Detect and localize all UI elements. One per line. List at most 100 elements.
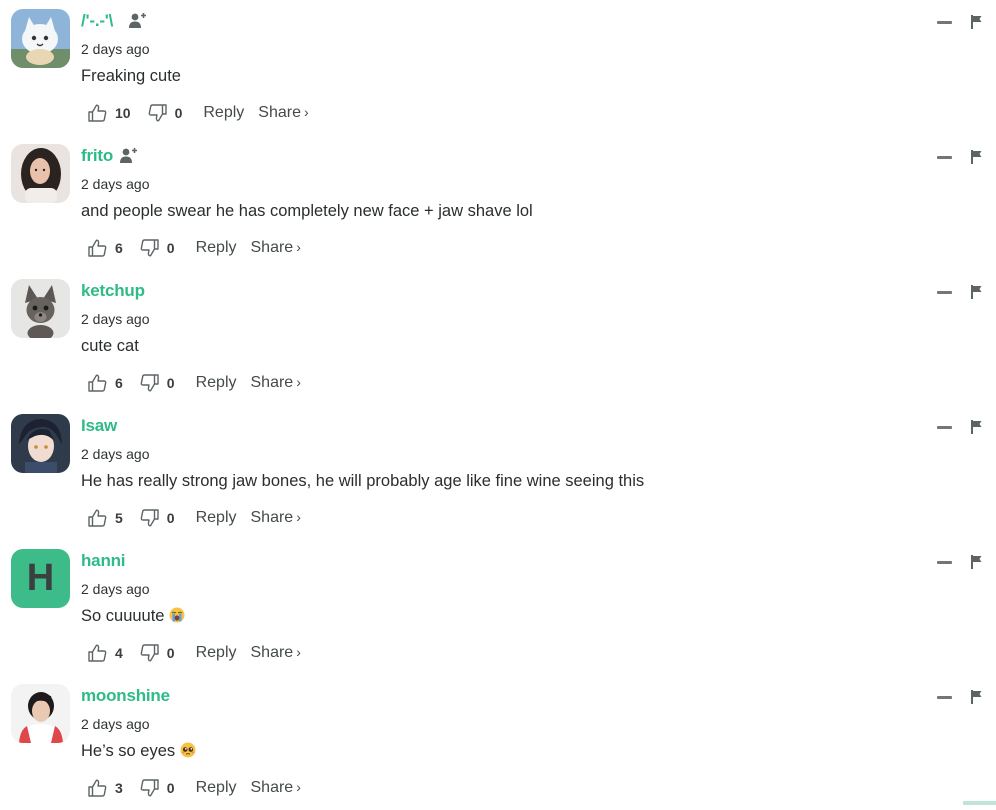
flag-icon[interactable] (971, 420, 983, 439)
dislike-button[interactable]: 0 (140, 239, 175, 257)
comment-text: Freaking cute (81, 67, 181, 86)
follow-user-icon[interactable] (120, 147, 138, 168)
comment-text: and people swear he has completely new f… (81, 202, 533, 221)
avatar[interactable] (11, 414, 70, 473)
comment-author[interactable]: /'-.-'\ (81, 11, 113, 31)
comment-timestamp[interactable]: 2 days ago (81, 716, 150, 732)
comment-timestamp[interactable]: 2 days ago (81, 176, 150, 192)
thumbs-down-icon (140, 239, 159, 257)
collapse-icon[interactable] (937, 426, 952, 429)
like-count: 5 (115, 510, 123, 526)
share-chevron-icon: › (303, 104, 309, 120)
comment-author[interactable]: frito (81, 146, 113, 166)
share-label: Share (250, 644, 294, 661)
share-button[interactable]: Share › (251, 779, 301, 797)
share-label: Share (250, 239, 294, 256)
collapse-icon[interactable] (937, 696, 952, 699)
like-button[interactable]: 10 (88, 104, 131, 122)
comment-actions: 5 0 Reply Share › (88, 506, 301, 530)
thumbs-up-icon (88, 779, 107, 797)
avatar[interactable]: H (11, 549, 70, 608)
collapse-icon[interactable] (937, 21, 952, 24)
reply-button[interactable]: Reply (196, 644, 237, 662)
avatar[interactable] (11, 684, 70, 743)
thumbs-down-icon (140, 644, 159, 662)
share-label: Share (250, 779, 294, 796)
dislike-button[interactable]: 0 (140, 779, 175, 797)
like-count: 3 (115, 780, 123, 796)
avatar[interactable] (11, 144, 70, 203)
reply-button[interactable]: Reply (196, 779, 237, 797)
share-label: Share (250, 374, 294, 391)
like-count: 4 (115, 645, 123, 661)
comment-text-content: and people swear he has completely new f… (81, 202, 533, 220)
dislike-count: 0 (166, 240, 175, 256)
like-button[interactable]: 5 (88, 509, 123, 527)
comment-timestamp[interactable]: 2 days ago (81, 581, 150, 597)
pleading-face-emoji-icon (180, 742, 196, 758)
comment-item: Isaw 2 days ago He has really strong jaw… (0, 405, 996, 540)
reply-button[interactable]: Reply (196, 239, 237, 257)
comment-timestamp[interactable]: 2 days ago (81, 446, 150, 462)
comment-author[interactable]: Isaw (81, 416, 117, 436)
comment-text-content: Freaking cute (81, 67, 181, 85)
share-chevron-icon: › (296, 644, 301, 660)
thumbs-up-icon (88, 239, 107, 257)
follow-user-icon[interactable] (129, 12, 147, 33)
flag-icon[interactable] (971, 690, 983, 709)
collapse-icon[interactable] (937, 561, 952, 564)
comment-item: frito 2 days ago and people swear he has… (0, 135, 996, 270)
comment-text-content: He’s so eyes (81, 742, 176, 760)
share-chevron-icon: › (296, 509, 301, 525)
comment-actions: 6 0 Reply Share › (88, 371, 301, 395)
thumbs-up-icon (88, 509, 107, 527)
comment-author[interactable]: ketchup (81, 281, 145, 301)
share-chevron-icon: › (296, 239, 301, 255)
flag-icon[interactable] (971, 150, 983, 169)
comment-timestamp[interactable]: 2 days ago (81, 311, 150, 327)
collapse-icon[interactable] (937, 291, 952, 294)
comment-item: moonshine 2 days ago He’s so eyes 3 0 Re… (0, 675, 996, 810)
share-button[interactable]: Share › (251, 509, 301, 527)
collapse-icon[interactable] (937, 156, 952, 159)
share-button[interactable]: Share › (251, 644, 301, 662)
reply-button[interactable]: Reply (203, 104, 244, 122)
comment-actions: 4 0 Reply Share › (88, 641, 301, 665)
flag-icon[interactable] (971, 555, 983, 574)
comment-text: He’s so eyes (81, 742, 196, 761)
share-button[interactable]: Share › (251, 374, 301, 392)
dislike-button[interactable]: 0 (148, 104, 182, 122)
comment-text: So cuuuute (81, 607, 185, 626)
thumbs-up-icon (88, 374, 107, 392)
thumbs-down-icon (140, 779, 159, 797)
share-button[interactable]: Share › (258, 104, 308, 122)
like-button[interactable]: 6 (88, 239, 123, 257)
thumbs-down-icon (140, 374, 159, 392)
dislike-button[interactable]: 0 (140, 509, 175, 527)
like-button[interactable]: 6 (88, 374, 123, 392)
like-count: 6 (115, 375, 123, 391)
comment-timestamp[interactable]: 2 days ago (81, 41, 150, 57)
share-button[interactable]: Share › (251, 239, 301, 257)
dislike-count: 0 (166, 645, 175, 661)
comment-text-content: cute cat (81, 337, 139, 355)
avatar[interactable] (11, 279, 70, 338)
like-button[interactable]: 4 (88, 644, 123, 662)
reply-button[interactable]: Reply (196, 509, 237, 527)
comment-item: ketchup 2 days ago cute cat 6 0 Reply Sh… (0, 270, 996, 405)
share-label: Share (250, 509, 294, 526)
flag-icon[interactable] (971, 15, 983, 34)
comment-text: He has really strong jaw bones, he will … (81, 472, 644, 491)
like-button[interactable]: 3 (88, 779, 123, 797)
flag-icon[interactable] (971, 285, 983, 304)
avatar[interactable] (11, 9, 70, 68)
thumbs-up-icon (88, 644, 107, 662)
comment-author[interactable]: hanni (81, 551, 126, 571)
like-count: 10 (115, 105, 131, 121)
dislike-button[interactable]: 0 (140, 644, 175, 662)
comment-author[interactable]: moonshine (81, 686, 170, 706)
thumbs-up-icon (88, 104, 107, 122)
dislike-button[interactable]: 0 (140, 374, 175, 392)
reply-button[interactable]: Reply (196, 374, 237, 392)
dislike-count: 0 (166, 780, 175, 796)
